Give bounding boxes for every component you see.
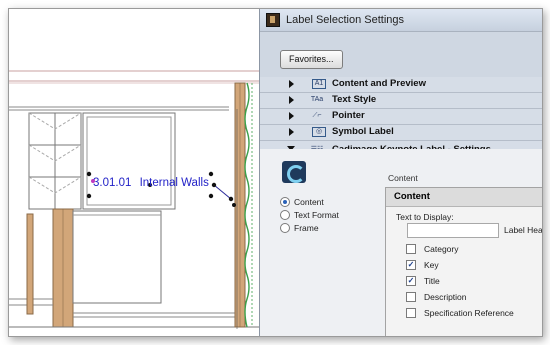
text-style-icon: TAa [310,96,324,103]
keynote-settings-panel: Content Text Format Frame Content Conten… [260,149,543,336]
favorites-button[interactable]: Favorites... [280,50,343,69]
radio-label: Frame [294,223,319,233]
checkbox-title[interactable]: ✓ Title [406,276,440,286]
content-caption: Content [388,173,418,183]
expand-triangle-icon[interactable] [289,128,294,136]
content-groupbox: Content Text to Display: Label Head Cate… [385,187,543,336]
radio-label: Text Format [294,210,339,220]
checkbox-unchecked-icon [406,308,416,318]
radio-unselected-icon [280,210,290,220]
settings-sections: A1 Content and Preview TAa Text Style ⟋⌐… [260,77,542,160]
checkbox-checked-icon: ✓ [406,260,416,270]
keynote-title: Internal Walls [139,177,209,189]
expand-triangle-icon[interactable] [289,96,294,104]
radio-unselected-icon [280,223,290,233]
section-label: Content and Preview [332,78,426,89]
radio-label: Content [294,197,324,207]
radio-text-format[interactable]: Text Format [280,210,339,220]
section-pointer[interactable]: ⟋⌐ Pointer [260,109,542,125]
screenshot-frame: 3.01.01 Internal Walls Label Selection S… [8,8,543,337]
checkbox-checked-icon: ✓ [406,276,416,286]
checkbox-unchecked-icon [406,292,416,302]
dialog-title: Label Selection Settings [286,14,405,26]
checkbox-label: Key [424,260,439,270]
section-text-style[interactable]: TAa Text Style [260,93,542,109]
symbol-label-icon: ◎ [312,127,326,137]
checkbox-key[interactable]: ✓ Key [406,260,439,270]
radio-selected-icon [280,197,290,207]
checkbox-label: Title [424,276,440,286]
cadimage-logo-icon [282,161,306,183]
checkbox-description[interactable]: Description [406,292,467,302]
section-content-and-preview[interactable]: A1 Content and Preview [260,77,542,93]
dialog-titlebar[interactable]: Label Selection Settings [260,9,542,32]
section-label: Pointer [332,110,365,121]
section-symbol-label[interactable]: ◎ Symbol Label [260,125,542,141]
keynote-label[interactable]: 3.01.01 Internal Walls [93,177,209,189]
checkbox-label: Category [424,244,459,254]
label-header-label: Label Head [504,225,543,235]
checkbox-unchecked-icon [406,244,416,254]
expand-triangle-icon[interactable] [289,80,294,88]
checkbox-category[interactable]: Category [406,244,459,254]
archicad-app-icon [266,13,280,27]
content-preview-icon: A1 [312,79,326,89]
expand-triangle-icon[interactable] [289,112,294,120]
text-to-display-input[interactable] [407,223,499,238]
content-group-title: Content [386,188,542,207]
section-label: Symbol Label [332,126,394,137]
text-to-display-label: Text to Display: [396,212,454,222]
checkbox-specification-reference[interactable]: Specification Reference [406,308,514,318]
radio-content[interactable]: Content [280,197,324,207]
label-selection-settings-dialog: Label Selection Settings Favorites... A1… [259,9,543,336]
checkbox-label: Description [424,292,467,302]
keynote-code: 3.01.01 [93,177,132,189]
radio-frame[interactable]: Frame [280,223,319,233]
drawing-canvas[interactable]: 3.01.01 Internal Walls [9,9,259,336]
pointer-icon: ⟋⌐ [312,112,322,119]
floor-plan [9,70,259,329]
checkbox-label: Specification Reference [424,308,514,318]
section-label: Text Style [332,94,377,105]
